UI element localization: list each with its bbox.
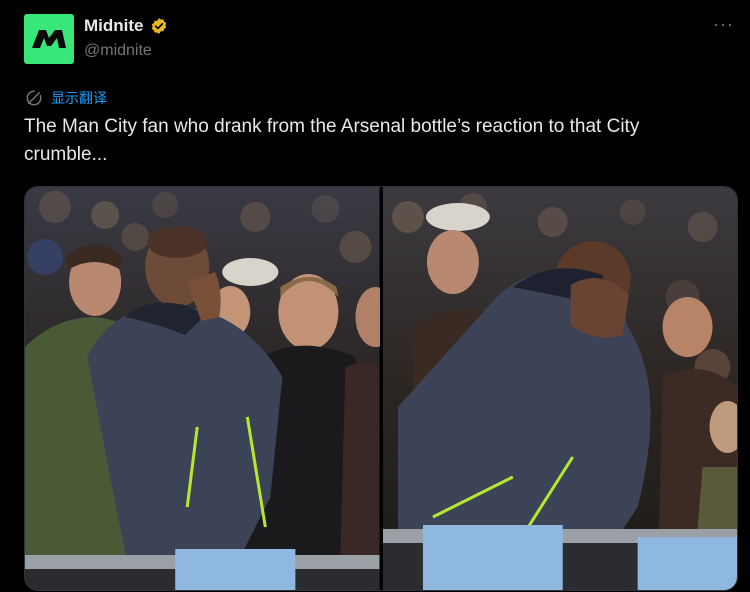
- verified-badge-icon: [151, 18, 166, 34]
- more-options-button[interactable]: ···: [713, 14, 734, 35]
- show-translation-link[interactable]: 显示翻译: [25, 88, 107, 108]
- midnite-logo-icon: [32, 30, 66, 48]
- tweet-media: [24, 186, 738, 591]
- author-handle[interactable]: @midnite: [84, 42, 152, 60]
- media-photo-1[interactable]: [25, 187, 380, 590]
- tweet-text: The Man City fan who drank from the Arse…: [24, 116, 640, 165]
- translate-icon: [26, 90, 42, 106]
- photo-fan-face-in-hands-icon: [382, 187, 737, 590]
- media-photo-2[interactable]: [382, 187, 737, 590]
- show-translation-label[interactable]: 显示翻译: [51, 88, 107, 108]
- author-name-row[interactable]: Midnite: [84, 16, 168, 36]
- author-display-name[interactable]: Midnite: [84, 16, 144, 36]
- photo-fan-praying-icon: [25, 187, 380, 590]
- avatar[interactable]: [24, 14, 74, 64]
